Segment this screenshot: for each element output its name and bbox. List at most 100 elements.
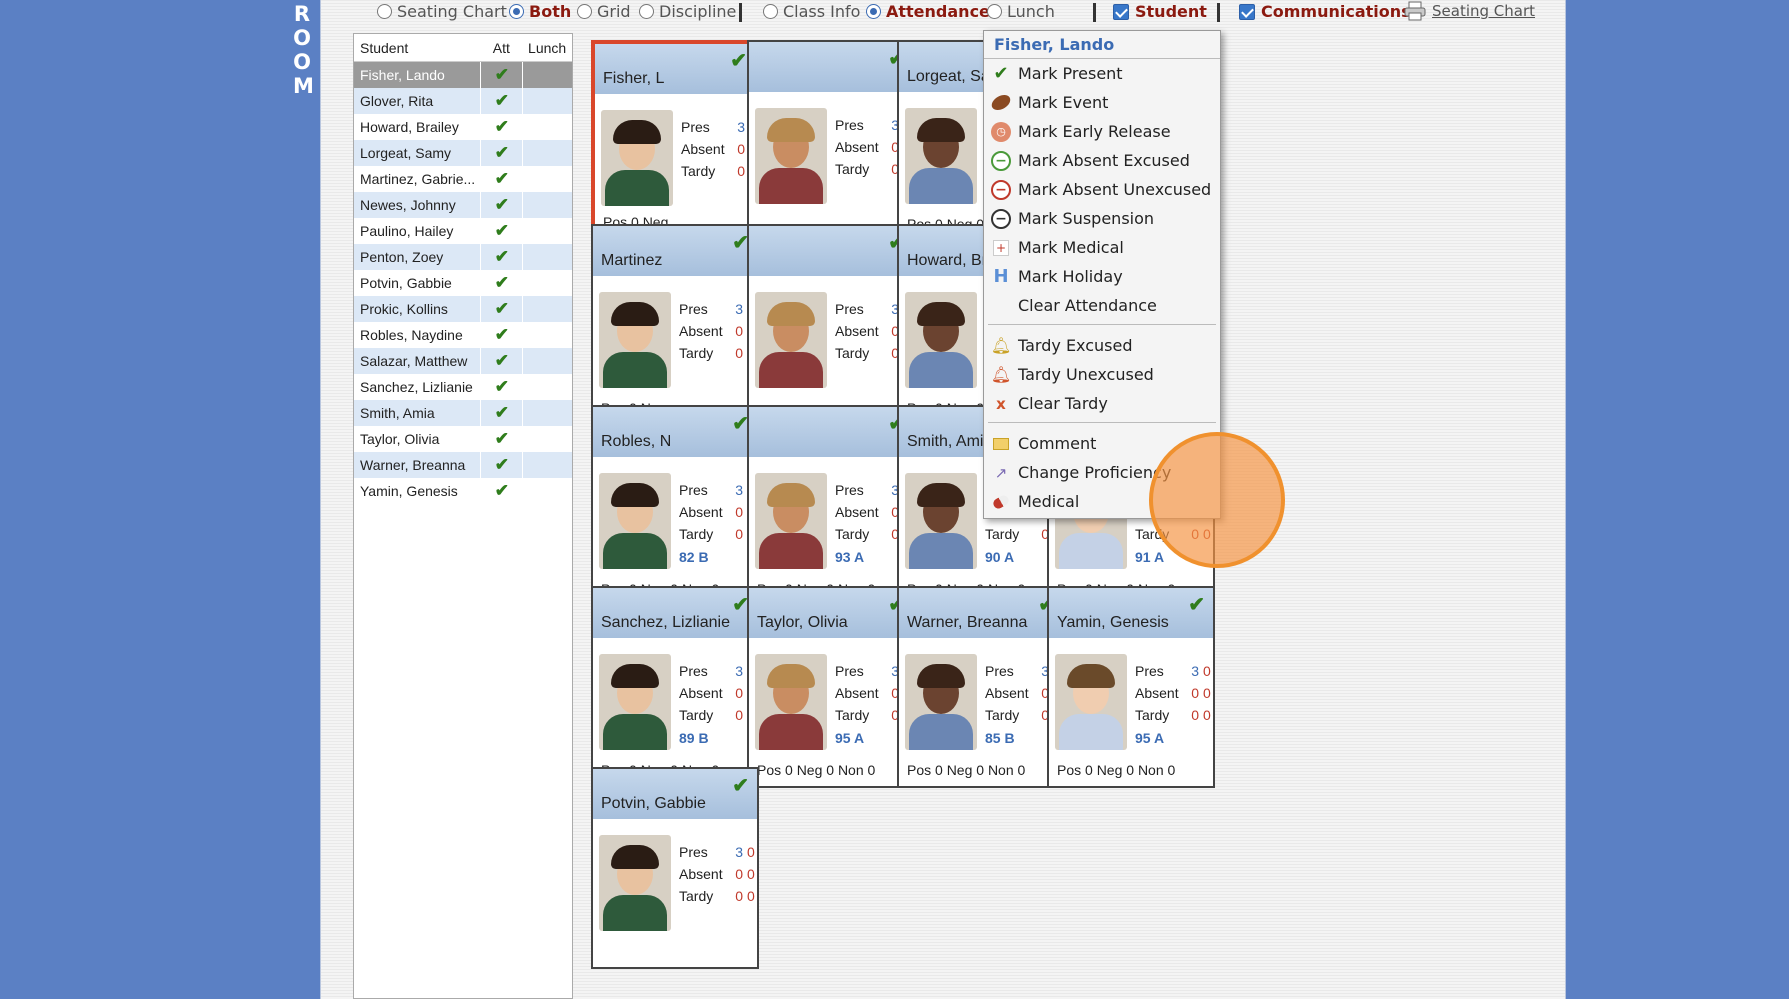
student-list-row[interactable]: Taylor, Olivia ✔ [354,426,572,452]
attendance-cell[interactable]: ✔ [480,452,523,478]
student-card-header: Martinez ✔ [593,226,757,276]
lunch-cell[interactable] [522,140,572,166]
lunch-cell[interactable] [522,270,572,296]
lunch-cell[interactable] [522,374,572,400]
lunch-cell[interactable] [522,322,572,348]
lunch-cell[interactable] [522,218,572,244]
menu-item-mark-event[interactable]: Mark Event [984,88,1220,117]
attendance-cell[interactable]: ✔ [480,166,522,192]
option-grid[interactable]: Grid [577,2,631,21]
student-card[interactable]: Sanchez, Lizlianie ✔ Pres30 Absent00 Tar… [591,586,759,788]
option-lunch[interactable]: Lunch [987,2,1055,21]
menu-item-mark-suspension[interactable]: − Mark Suspension [984,204,1220,233]
student-list-row[interactable]: Potvin, Gabbie ✔ [354,270,572,296]
menu-item-clear-attendance[interactable]: Clear Attendance [984,291,1220,320]
attendance-cell[interactable]: ✔ [480,62,523,88]
student-card[interactable]: Martinez ✔ Pres30 Absent00 Tardy00 Pos 0… [591,224,759,426]
attendance-cell[interactable]: ✔ [480,270,522,296]
lunch-cell[interactable] [522,348,572,374]
student-list-row[interactable]: Glover, Rita ✔ [354,88,572,114]
student-list-row[interactable]: Lorgeat, Samy ✔ [354,140,572,166]
attendance-cell[interactable]: ✔ [480,88,523,114]
lunch-cell[interactable] [522,452,572,478]
radio-icon[interactable] [763,4,778,19]
radio-icon[interactable] [987,4,1002,19]
lunch-cell[interactable] [522,244,572,270]
attendance-cell[interactable]: ✔ [480,192,523,218]
student-list-row[interactable]: Howard, Brailey ✔ [354,114,572,140]
lunch-cell[interactable] [522,88,572,114]
student-photo-shirt [1059,533,1123,569]
lunch-cell[interactable] [522,296,572,322]
lunch-cell[interactable] [522,114,572,140]
student-card[interactable]: Robles, N ✔ Pres30 Absent00 Tardy00 82 B… [591,405,759,607]
student-card[interactable]: ✔ Pres30 Absent00 Tardy00 [747,224,915,426]
attendance-cell[interactable]: ✔ [480,114,522,140]
student-card[interactable]: Potvin, Gabbie ✔ Pres 3 0 Absent 0 0 Tardy 0 0 [591,767,759,969]
student-card-name: Fisher, L [603,70,665,87]
checkbox-checked-icon[interactable] [1239,3,1255,20]
attendance-cell[interactable]: ✔ [480,400,523,426]
option-class-info[interactable]: Class Info [763,2,860,21]
lunch-cell[interactable] [522,62,572,88]
student-card[interactable]: Taylor, Olivia ✔ Pres30 Absent00 Tardy00… [747,586,915,788]
radio-icon[interactable] [577,4,592,19]
attendance-cell[interactable]: ✔ [480,244,523,270]
lunch-cell[interactable] [522,426,572,452]
student-list-row[interactable]: Penton, Zoey ✔ [354,244,572,270]
student-name: Fisher, Lando [354,62,481,88]
option-attendance[interactable]: Attendance [866,2,990,21]
attendance-cell[interactable]: ✔ [480,478,522,504]
student-list-row[interactable]: Newes, Johnny ✔ [354,192,572,218]
menu-item-tardy-unexcused[interactable]: 🔔︎ Tardy Unexcused [984,360,1220,389]
menu-item-mark-absent-unexcused[interactable]: − Mark Absent Unexcused [984,175,1220,204]
attendance-cell[interactable]: ✔ [480,218,522,244]
column-lunch: Lunch [528,39,567,56]
student-card[interactable]: Warner, Breanna ✔ Pres30 Absent00 Tardy0… [897,586,1065,788]
attendance-cell[interactable]: ✔ [480,426,522,452]
option-both[interactable]: Both [509,2,571,21]
lunch-cell[interactable] [522,400,572,426]
attendance-cell[interactable]: ✔ [480,322,522,348]
menu-item-clear-tardy[interactable]: x Clear Tardy [984,389,1220,418]
radio-icon[interactable] [377,4,392,19]
menu-item-mark-present[interactable]: ✔ Mark Present [984,59,1220,88]
student-list-row[interactable]: Prokic, Kollins ✔ [354,296,572,322]
student-card[interactable]: Yamin, Genesis ✔ Pres 3 0 Absent 0 0 Tardy 0 0… [1047,586,1215,788]
student-list-row[interactable]: Smith, Amia ✔ [354,400,572,426]
menu-item-mark-medical[interactable]: + Mark Medical [984,233,1220,262]
student-list-row[interactable]: Salazar, Matthew ✔ [354,348,572,374]
radio-icon[interactable] [639,4,654,19]
student-list-row[interactable]: Warner, Breanna ✔ [354,452,572,478]
communications-checkbox[interactable]: Communications [1239,2,1411,21]
menu-item-mark-early-release[interactable]: ◷ Mark Early Release [984,117,1220,146]
lunch-cell[interactable] [522,192,572,218]
student-checkbox[interactable]: Student [1113,2,1207,21]
student-list-row[interactable]: Yamin, Genesis ✔ [354,478,572,504]
student-card[interactable]: ✔ Pres30 Absent00 Tardy00 [747,40,915,242]
checkbox-checked-icon[interactable] [1113,3,1129,20]
attendance-cell[interactable]: ✔ [480,296,523,322]
print-seating-chart-link[interactable]: Seating Chart [1404,1,1535,21]
attendance-cell[interactable]: ✔ [480,348,523,374]
student-list-row[interactable]: Paulino, Hailey ✔ [354,218,572,244]
menu-item-mark-holiday[interactable]: H Mark Holiday [984,262,1220,291]
attendance-cell[interactable]: ✔ [480,140,523,166]
menu-item-tardy-excused[interactable]: 🔔︎ Tardy Excused [984,331,1220,360]
student-list-row[interactable]: Martinez, Gabrie... ✔ [354,166,572,192]
student-list-row[interactable]: Fisher, Lando ✔ [354,62,572,88]
lunch-cell[interactable] [522,478,572,504]
student-list-row[interactable]: Sanchez, Lizlianie ✔ [354,374,572,400]
student-grade: 82 B [679,549,709,565]
option-discipline[interactable]: Discipline [639,2,736,21]
radio-selected-icon[interactable] [866,4,881,19]
menu-item-mark-absent-excused[interactable]: − Mark Absent Excused [984,146,1220,175]
lunch-cell[interactable] [522,166,572,192]
student-card[interactable]: ✔ Pres30 Absent00 Tardy00 93 A Pos 0 Neg… [747,405,915,607]
radio-selected-icon[interactable] [509,4,524,19]
student-list-row[interactable]: Robles, Naydine ✔ [354,322,572,348]
attendance-cell[interactable]: ✔ [480,374,522,400]
student-card[interactable]: Fisher, L ✔ Pres30 Absent00 Tardy00 Pos … [591,40,759,242]
student-name: Howard, Brailey [360,119,459,135]
option-seating-chart[interactable]: Seating Chart [377,2,507,21]
